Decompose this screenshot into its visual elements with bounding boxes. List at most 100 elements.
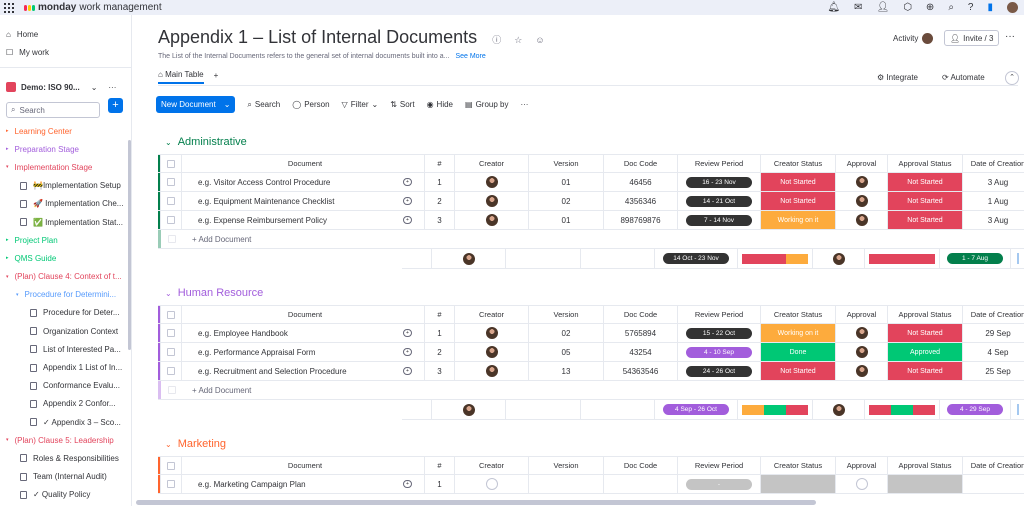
column-header-creator_status[interactable]: Creator Status (761, 306, 836, 323)
sidebar-item[interactable]: ▸ Preparation Stage (0, 140, 131, 158)
toolbar-more-icon[interactable]: ··· (520, 100, 528, 109)
number-cell[interactable]: 1 (425, 173, 455, 191)
checkbox[interactable] (167, 329, 175, 337)
column-header-version[interactable]: Version (529, 155, 604, 172)
doc-code-cell[interactable]: 43254 (604, 343, 678, 361)
checkbox[interactable] (167, 159, 175, 168)
status-label[interactable]: Working on it (761, 324, 835, 342)
chevron-down-icon[interactable]: ▾ (16, 292, 19, 298)
user-avatar[interactable] (1007, 2, 1018, 13)
creator-cell[interactable] (455, 324, 529, 342)
date-cell[interactable]: 3 Aug (963, 211, 1024, 229)
column-header-approval[interactable]: Approval (836, 306, 888, 323)
column-header-review_period[interactable]: Review Period (678, 306, 761, 323)
doc-code-cell[interactable]: 4356346 (604, 192, 678, 210)
sidebar-scrollbar[interactable] (128, 140, 131, 350)
document-cell[interactable]: e.g. Marketing Campaign Plan + (182, 475, 425, 493)
creator-status-cell[interactable]: Not Started (761, 362, 836, 380)
creator-cell[interactable] (455, 173, 529, 191)
review-period-cell[interactable]: 15 - 22 Oct (678, 324, 761, 342)
sidebar-item[interactable]: ✅ Implementation Stat... (0, 213, 131, 231)
sidebar-item[interactable]: Appendix 1 List of In... (0, 358, 131, 376)
person-filter-button[interactable]: ◯ Person (292, 100, 329, 109)
add-update-icon[interactable]: + (403, 178, 412, 186)
chevron-right-icon[interactable]: ▸ (6, 146, 9, 152)
approval-status-cell[interactable]: Not Started (888, 324, 963, 342)
approver-avatar[interactable] (855, 195, 868, 207)
checkbox[interactable] (167, 178, 175, 186)
person-avatar[interactable] (485, 478, 498, 490)
timeline-pill[interactable]: 4 - 10 Sep (686, 346, 752, 358)
status-label[interactable]: Not Started (888, 324, 962, 342)
timeline-pill[interactable]: 15 - 22 Oct (686, 327, 752, 339)
person-avatar[interactable] (485, 214, 498, 226)
date-cell[interactable]: 3 Aug (963, 173, 1024, 191)
document-name[interactable]: e.g. Equipment Maintenance Checklist + (182, 192, 424, 210)
chevron-down-icon[interactable]: ⌄ (165, 440, 172, 449)
help-icon[interactable]: ? (968, 2, 974, 13)
workspaces-icon[interactable]: ▮ (987, 2, 993, 13)
person-avatar[interactable] (485, 195, 498, 207)
timeline-pill[interactable]: 24 - 26 Oct (686, 365, 752, 377)
version-cell[interactable]: 02 (529, 324, 604, 342)
approval-cell[interactable] (836, 173, 888, 191)
bell-icon[interactable]: 🔔︎ (827, 2, 840, 13)
creator-status-cell[interactable] (761, 475, 836, 493)
approval-cell[interactable] (836, 343, 888, 361)
select-all-checkbox[interactable] (161, 457, 182, 474)
table-row[interactable]: e.g. Performance Appraisal Form +2 05 43254… (158, 343, 1024, 362)
document-cell[interactable]: e.g. Employee Handbook + (182, 324, 425, 342)
approval-status-cell[interactable]: Not Started (888, 173, 963, 191)
date-cell[interactable] (963, 475, 1024, 493)
number-cell[interactable]: 3 (425, 211, 455, 229)
review-period-cell[interactable]: 7 - 14 Nov (678, 211, 761, 229)
approval-status-cell[interactable] (888, 475, 963, 493)
chevron-down-icon[interactable]: ⌄ (165, 289, 172, 298)
status-label[interactable]: Approved (888, 343, 962, 361)
row-checkbox-cell[interactable] (161, 475, 182, 493)
column-header-num[interactable]: # (425, 306, 455, 323)
add-document-row[interactable]: + Add Document (158, 381, 1024, 400)
column-header-doc_code[interactable]: Doc Code (604, 306, 678, 323)
checkbox[interactable] (167, 235, 176, 243)
chevron-right-icon[interactable]: ▸ (6, 255, 9, 261)
add-view-icon[interactable]: + (214, 71, 219, 83)
add-row-checkbox[interactable] (161, 386, 182, 394)
column-header-version[interactable]: Version (529, 306, 604, 323)
row-checkbox-cell[interactable] (161, 324, 182, 342)
document-name[interactable]: e.g. Performance Appraisal Form + (182, 343, 424, 361)
row-checkbox-cell[interactable] (161, 343, 182, 361)
sidebar-item[interactable]: ▸ QMS Guide (0, 249, 131, 267)
creator-cell[interactable] (455, 475, 529, 493)
checkbox[interactable] (167, 367, 175, 375)
status-label[interactable]: Not Started (761, 362, 835, 380)
column-header-creator[interactable]: Creator (455, 457, 529, 474)
column-header-approval_status[interactable]: Approval Status (888, 306, 963, 323)
group-name[interactable]: Human Resource (178, 287, 264, 299)
number-cell[interactable]: 2 (425, 192, 455, 210)
status-distribution-bar[interactable] (869, 404, 935, 415)
sidebar-item[interactable]: Roles & Responsibilities (0, 449, 131, 467)
group-by-button[interactable]: ▤ Group by (465, 100, 508, 109)
creator-cell[interactable] (455, 211, 529, 229)
number-cell[interactable]: 2 (425, 343, 455, 361)
column-header-date_of_creation[interactable]: Date of Creation (963, 457, 1024, 474)
approval-cell[interactable] (836, 475, 888, 493)
add-update-icon[interactable]: + (403, 197, 412, 205)
number-cell[interactable]: 1 (425, 324, 455, 342)
status-label[interactable]: Done (761, 343, 835, 361)
checkbox[interactable] (167, 348, 175, 356)
approver-avatar[interactable] (855, 214, 868, 226)
select-all-checkbox[interactable] (161, 306, 182, 323)
select-all-checkbox[interactable] (161, 155, 182, 172)
sidebar-item[interactable]: ▸ Learning Center (0, 122, 131, 140)
sidebar-item[interactable]: ▾ Implementation Stage (0, 158, 131, 176)
date-cell[interactable]: 1 Aug (963, 192, 1024, 210)
creator-status-cell[interactable]: Not Started (761, 192, 836, 210)
column-header-version[interactable]: Version (529, 457, 604, 474)
doc-code-cell[interactable]: 898769876 (604, 211, 678, 229)
date-cell[interactable]: 25 Sep (963, 362, 1024, 380)
document-cell[interactable]: e.g. Visitor Access Control Procedure + (182, 173, 425, 191)
status-label[interactable]: Not Started (888, 211, 962, 229)
sidebar-item[interactable]: 🚧Implementation Setup (0, 177, 131, 195)
